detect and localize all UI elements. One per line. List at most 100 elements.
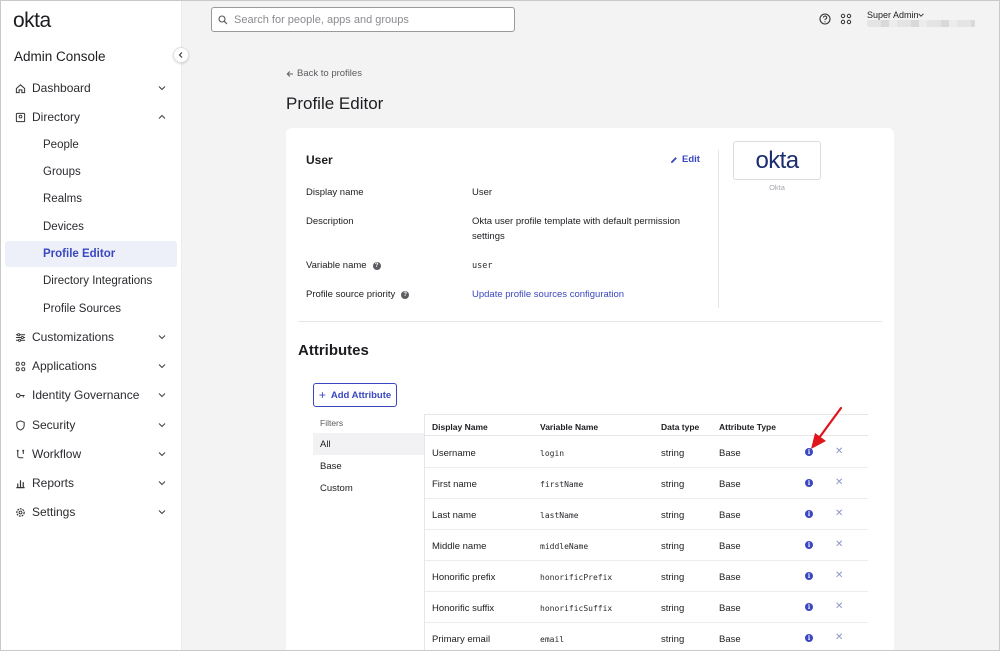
info-icon[interactable]: i	[805, 634, 813, 642]
delete-icon[interactable]: ✕	[835, 539, 843, 550]
cell-data-type: string	[661, 541, 685, 552]
table-row[interactable]: Username login string Base i ✕	[425, 437, 868, 468]
sidebar-item-label: Dashboard	[32, 81, 91, 95]
filter-custom[interactable]: Custom	[313, 477, 424, 499]
sidebar-item-label: Directory	[32, 110, 81, 124]
delete-icon[interactable]: ✕	[835, 508, 843, 519]
table-header: Display Name Variable Name Data type Att…	[425, 414, 868, 436]
okta-logo[interactable]: okta	[13, 9, 51, 33]
sidebar-item-label: Customizations	[32, 330, 115, 344]
filters-label: Filters	[320, 418, 344, 428]
cell-data-type: string	[661, 448, 685, 459]
table-row[interactable]: Primary email email string Base i ✕	[425, 623, 868, 650]
cell-variable-name: lastName	[540, 511, 579, 520]
sidebar-item-customizations[interactable]: Customizations	[5, 323, 177, 351]
cell-display-name: Username	[432, 448, 476, 459]
redacted-org-name	[867, 20, 975, 27]
shield-icon	[15, 419, 26, 431]
user-role-label[interactable]: Super Admin	[867, 10, 919, 20]
filter-all[interactable]: All	[313, 433, 424, 455]
directory-icon	[15, 112, 26, 123]
sidebar-subitem-realms[interactable]: Realms	[5, 186, 177, 212]
add-attribute-button[interactable]: + Add Attribute	[313, 383, 397, 407]
sidebar-item-security[interactable]: Security	[5, 411, 177, 439]
profile-source-priority-label: Profile source priority	[306, 289, 396, 300]
variable-name-label: Variable name	[306, 260, 367, 271]
workflow-icon	[15, 449, 26, 460]
annotation-arrow-icon	[811, 406, 843, 449]
info-icon[interactable]: i	[805, 479, 813, 487]
app-switcher-icon[interactable]	[840, 13, 852, 25]
search-icon	[218, 14, 228, 24]
sidebar-item-label: Identity Governance	[32, 388, 140, 402]
cell-display-name: Honorific prefix	[432, 572, 496, 583]
table-row[interactable]: Last name lastName string Base i ✕	[425, 499, 868, 530]
apps-grid-icon	[15, 361, 26, 372]
sidebar-item-applications[interactable]: Applications	[5, 352, 177, 380]
cell-variable-name: login	[540, 449, 565, 458]
table-row[interactable]: Honorific suffix honorificSuffix string …	[425, 592, 868, 623]
sidebar-subitem-people[interactable]: People	[5, 132, 177, 158]
cell-attribute-type: Base	[719, 479, 741, 490]
cell-variable-name: middleName	[540, 542, 589, 551]
table-row[interactable]: First name firstName string Base i ✕	[425, 468, 868, 499]
app-logo-text: okta	[755, 146, 800, 174]
key-icon	[15, 390, 26, 401]
sidebar-subitem-groups[interactable]: Groups	[5, 159, 177, 185]
table-row[interactable]: Honorific prefix honorificPrefix string …	[425, 561, 868, 592]
console-title: Admin Console	[14, 49, 106, 64]
info-icon[interactable]: i	[805, 603, 813, 611]
help-icon[interactable]	[819, 13, 831, 25]
delete-icon[interactable]: ✕	[835, 477, 843, 488]
delete-icon[interactable]: ✕	[835, 601, 843, 612]
sidebar-item-dashboard[interactable]: Dashboard	[5, 74, 177, 102]
search-input[interactable]	[234, 13, 504, 26]
global-search[interactable]	[211, 7, 515, 32]
chevron-down-icon	[158, 423, 166, 428]
info-icon[interactable]: i	[805, 572, 813, 580]
cell-data-type: string	[661, 572, 685, 583]
filter-base[interactable]: Base	[313, 455, 424, 477]
update-profile-sources-link[interactable]: Update profile sources configuration	[472, 287, 624, 302]
sidebar-subitem-profile-editor[interactable]: Profile Editor	[5, 241, 177, 267]
cell-attribute-type: Base	[719, 634, 741, 645]
help-icon[interactable]: ?	[401, 290, 410, 299]
edit-profile-button[interactable]: Edit	[670, 154, 700, 165]
chevron-down-icon	[158, 481, 166, 486]
sidebar-item-directory[interactable]: Directory	[5, 103, 177, 131]
app-window: okta Admin Console Dashboard Directory P…	[0, 0, 1000, 651]
chevron-down-icon	[158, 452, 166, 457]
sidebar-item-label: Security	[32, 418, 76, 432]
variable-name-row: Variable name ?	[306, 260, 381, 271]
chevron-down-icon	[158, 364, 166, 369]
cell-attribute-type: Base	[719, 541, 741, 552]
column-header-attribute-type: Attribute Type	[719, 422, 776, 432]
collapse-sidebar-button[interactable]	[173, 47, 189, 63]
home-icon	[15, 83, 26, 94]
sidebar-subitem-devices[interactable]: Devices	[5, 214, 177, 240]
cell-data-type: string	[661, 479, 685, 490]
info-icon[interactable]: i	[805, 510, 813, 518]
sidebar-item-label: Applications	[32, 359, 97, 373]
cell-display-name: Honorific suffix	[432, 603, 495, 614]
back-to-profiles-link[interactable]: Back to profiles	[286, 68, 362, 79]
sidebar-subitem-directory-integrations[interactable]: Directory Integrations	[5, 268, 177, 294]
profile-heading: User	[306, 153, 333, 167]
sidebar-item-settings[interactable]: Settings	[5, 498, 177, 526]
table-row[interactable]: Middle name middleName string Base i ✕	[425, 530, 868, 561]
app-logo-caption: Okta	[769, 183, 785, 192]
help-icon[interactable]: ?	[372, 261, 381, 270]
delete-icon[interactable]: ✕	[835, 570, 843, 581]
plus-icon: +	[318, 388, 326, 402]
chevron-left-icon	[178, 52, 183, 58]
sidebar-subitem-profile-sources[interactable]: Profile Sources	[5, 296, 177, 322]
chevron-down-icon	[158, 510, 166, 515]
delete-icon[interactable]: ✕	[835, 632, 843, 643]
chevron-down-icon[interactable]	[917, 11, 925, 19]
cell-data-type: string	[661, 634, 685, 645]
info-icon[interactable]: i	[805, 541, 813, 549]
sidebar-item-reports[interactable]: Reports	[5, 469, 177, 497]
sidebar-item-workflow[interactable]: Workflow	[5, 440, 177, 468]
column-header-data-type: Data type	[661, 422, 700, 432]
sidebar-item-identity-governance[interactable]: Identity Governance	[5, 381, 177, 409]
